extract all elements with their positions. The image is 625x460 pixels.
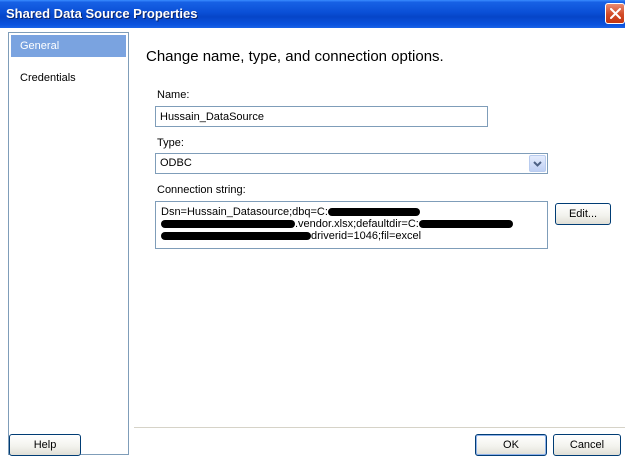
- type-select[interactable]: ODBC: [155, 153, 548, 174]
- connection-string-label: Connection string:: [157, 184, 246, 196]
- edit-button[interactable]: Edit...: [555, 203, 611, 225]
- close-icon: [610, 8, 621, 19]
- name-field[interactable]: [155, 106, 488, 127]
- connection-string-field[interactable]: Dsn=Hussain_Datasource;dbq=C: .vendor.xl…: [155, 201, 548, 249]
- dialog-window: Shared Data Source Properties General Cr…: [0, 0, 625, 460]
- type-label: Type:: [157, 137, 184, 149]
- connection-line-3: driverid=1046;fil=excel: [161, 230, 542, 242]
- type-dropdown-button[interactable]: [529, 155, 546, 172]
- footer-divider: [134, 427, 625, 428]
- main-panel: Change name, type, and connection option…: [134, 28, 625, 428]
- cancel-button[interactable]: Cancel: [553, 434, 621, 456]
- chevron-down-icon: [533, 161, 542, 167]
- name-label: Name:: [157, 89, 190, 101]
- title-bar[interactable]: Shared Data Source Properties: [0, 0, 625, 28]
- sidebar: General Credentials: [8, 32, 129, 455]
- window-title: Shared Data Source Properties: [6, 6, 198, 21]
- close-button[interactable]: [605, 3, 625, 24]
- connection-line-1: Dsn=Hussain_Datasource;dbq=C:: [161, 206, 542, 218]
- dialog-body: General Credentials Change name, type, a…: [0, 28, 625, 460]
- page-title: Change name, type, and connection option…: [146, 48, 444, 65]
- connection-line-2: .vendor.xlsx;defaultdir=C:: [161, 218, 542, 230]
- sidebar-item-general[interactable]: General: [11, 35, 126, 57]
- sidebar-item-credentials[interactable]: Credentials: [11, 67, 126, 89]
- type-selected-value: ODBC: [160, 157, 192, 169]
- ok-button[interactable]: OK: [475, 434, 547, 456]
- help-button[interactable]: Help: [9, 434, 81, 456]
